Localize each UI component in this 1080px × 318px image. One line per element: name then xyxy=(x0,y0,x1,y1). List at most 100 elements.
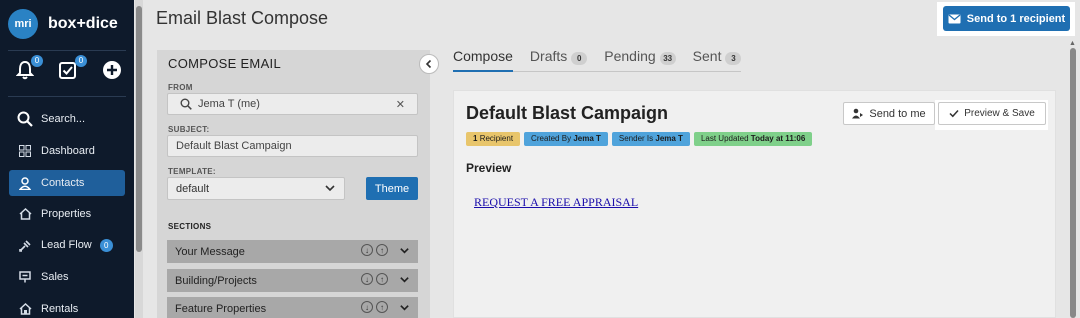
from-field[interactable]: Jema T (me) ✕ xyxy=(167,93,418,115)
sender-prefix: Sender Is xyxy=(618,134,654,143)
tab-label: Drafts xyxy=(529,48,568,64)
theme-button[interactable]: Theme xyxy=(366,177,418,200)
sidebar-scrollbar-thumb[interactable] xyxy=(136,6,142,252)
campaign-tags: 1 Recipient Created By Jema T Sender Is … xyxy=(466,132,813,146)
template-select[interactable]: default xyxy=(167,177,345,200)
move-up-icon[interactable]: ↑ xyxy=(376,244,388,256)
nav-divider xyxy=(8,50,126,51)
sender-badge: Sender Is Jema T xyxy=(611,132,690,146)
section-controls: ↓ ↑ xyxy=(361,244,410,256)
mri-logo-icon: mri xyxy=(8,9,38,39)
notifications-button[interactable]: 0 xyxy=(14,55,43,82)
section-controls: ↓ ↑ xyxy=(361,301,410,313)
chevron-down-icon[interactable] xyxy=(399,245,410,256)
chevron-left-icon xyxy=(425,59,432,69)
lead-flow-icon xyxy=(15,236,35,254)
send-to-me-button[interactable]: Send to me xyxy=(843,102,935,125)
tab-label: Pending xyxy=(604,48,656,64)
subject-value: Default Blast Campaign xyxy=(176,140,292,152)
campaign-title: Default Blast Campaign xyxy=(466,103,669,123)
nav-divider xyxy=(8,96,126,97)
section-building-projects[interactable]: Building/Projects ↓ ↑ xyxy=(167,269,418,292)
compose-title: COMPOSE EMAIL xyxy=(168,56,281,71)
subject-field[interactable]: Default Blast Campaign xyxy=(167,135,418,157)
quick-actions: 0 0 xyxy=(14,55,124,82)
tasks-button[interactable]: 0 xyxy=(58,55,87,82)
preview-and-save-label: Preview & Save xyxy=(964,108,1035,119)
lead-flow-count: 0 xyxy=(99,238,113,252)
sidebar-item-label: Dashboard xyxy=(41,145,95,157)
sales-icon xyxy=(15,268,35,286)
properties-icon xyxy=(15,205,35,223)
last-updated-value: Today at 11:06 xyxy=(750,134,806,143)
brand-logo[interactable]: mri box+dice xyxy=(8,8,118,40)
tab-count: 33 xyxy=(659,52,676,65)
sidebar-nav: mri box+dice 0 0 Search... Dashboard Con… xyxy=(0,0,134,318)
created-by-badge: Created By Jema T xyxy=(524,132,608,146)
recipients-badge: 1 Recipient xyxy=(466,132,521,146)
chevron-down-icon[interactable] xyxy=(399,302,410,313)
move-down-icon[interactable]: ↓ xyxy=(361,244,373,256)
add-new-button[interactable] xyxy=(102,60,124,82)
section-feature-properties[interactable]: Feature Properties ↓ ↑ xyxy=(167,297,418,318)
sidebar-item-rentals[interactable]: Rentals xyxy=(9,296,125,318)
preview-heading: Preview xyxy=(466,161,512,175)
send-to-recipients-button[interactable]: Send to 1 recipient xyxy=(943,6,1070,31)
tab-compose[interactable]: Compose xyxy=(453,46,513,72)
move-up-icon[interactable]: ↑ xyxy=(376,301,388,313)
sidebar-item-dashboard[interactable]: Dashboard xyxy=(9,138,125,164)
template-label: TEMPLATE: xyxy=(168,167,216,176)
sidebar-item-search[interactable]: Search... xyxy=(9,106,125,132)
search-icon xyxy=(15,110,35,128)
section-label: Building/Projects xyxy=(175,274,257,287)
tab-drafts[interactable]: Drafts 0 xyxy=(529,46,588,72)
last-updated-badge: Last Updated Today at 11:06 xyxy=(693,132,813,146)
sidebar-item-sales[interactable]: Sales xyxy=(9,264,125,290)
preview-and-save-button[interactable]: Preview & Save xyxy=(938,102,1046,125)
rentals-icon xyxy=(15,300,35,318)
envelope-icon xyxy=(948,13,961,23)
tab-count: 0 xyxy=(571,52,588,65)
user-send-icon xyxy=(852,108,864,119)
move-up-icon[interactable]: ↑ xyxy=(376,273,388,285)
request-appraisal-link[interactable]: REQUEST A FREE APPRAISAL xyxy=(474,195,638,210)
tab-pending[interactable]: Pending 33 xyxy=(604,46,676,72)
from-value: Jema T (me) xyxy=(198,98,260,110)
created-by-prefix: Created By xyxy=(531,134,572,143)
sections-label: SECTIONS xyxy=(168,222,212,231)
notifications-count: 0 xyxy=(31,55,43,67)
move-down-icon[interactable]: ↓ xyxy=(361,273,373,285)
chevron-down-icon[interactable] xyxy=(399,274,410,285)
section-your-message[interactable]: Your Message ↓ ↑ xyxy=(167,240,418,263)
search-icon xyxy=(180,98,192,110)
scroll-up-icon[interactable]: ▲ xyxy=(1069,40,1076,47)
compose-panel: COMPOSE EMAIL FROM Jema T (me) ✕ SUBJECT… xyxy=(157,50,430,318)
sidebar-item-properties[interactable]: Properties xyxy=(9,201,125,227)
contacts-icon xyxy=(15,174,35,192)
brand-name: box+dice xyxy=(48,15,118,32)
section-controls: ↓ ↑ xyxy=(361,273,410,285)
page-scrollbar-thumb[interactable] xyxy=(1070,48,1076,318)
sidebar-item-label: Rentals xyxy=(41,303,79,315)
tab-sent[interactable]: Sent 3 xyxy=(693,46,742,72)
recipients-label: Recipient xyxy=(479,134,514,143)
campaign-card: Default Blast Campaign Send to me Previe… xyxy=(453,90,1056,318)
tasks-count: 0 xyxy=(75,55,87,67)
send-button-label: Send to 1 recipient xyxy=(966,12,1066,25)
move-down-icon[interactable]: ↓ xyxy=(361,301,373,313)
last-updated-prefix: Last Updated xyxy=(700,134,749,143)
section-label: Feature Properties xyxy=(175,302,267,315)
sender-value: Jema T xyxy=(655,134,683,143)
sidebar-item-lead-flow[interactable]: Lead Flow 0 xyxy=(9,232,125,258)
recipients-count: 1 xyxy=(473,134,478,143)
sidebar-item-label: Contacts xyxy=(41,177,85,189)
collapse-panel-button[interactable] xyxy=(419,54,439,74)
send-to-me-label: Send to me xyxy=(869,107,926,120)
sidebar-item-contacts[interactable]: Contacts xyxy=(9,170,125,196)
clear-from-button[interactable]: ✕ xyxy=(396,98,405,111)
tab-label: Sent xyxy=(692,48,722,64)
template-value: default xyxy=(176,182,210,195)
subject-label: SUBJECT: xyxy=(168,125,210,134)
sidebar-item-label: Lead Flow xyxy=(41,239,92,251)
section-label: Your Message xyxy=(175,245,245,258)
